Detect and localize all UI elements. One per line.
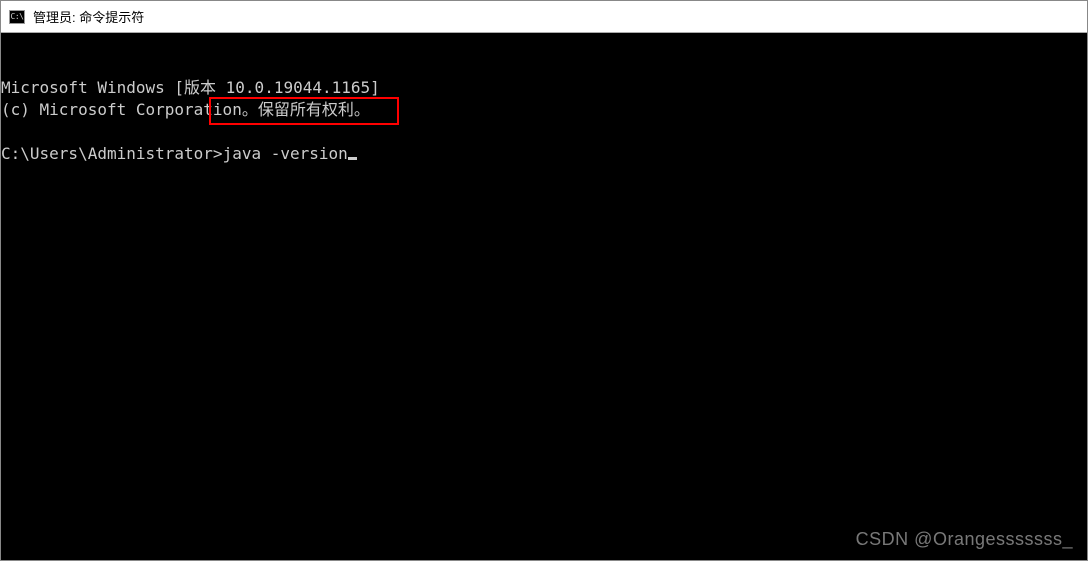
window-title: 管理员: 命令提示符	[33, 7, 144, 26]
titlebar[interactable]: C:\ 管理员: 命令提示符	[1, 1, 1087, 33]
terminal-output-line: (c) Microsoft Corporation。保留所有权利。	[1, 99, 1087, 121]
command-text: java -version	[223, 144, 348, 163]
app-icon: C:\	[9, 10, 25, 24]
terminal-blank-line	[1, 121, 1087, 143]
cmd-window: C:\ 管理员: 命令提示符 Microsoft Windows [版本 10.…	[0, 0, 1088, 561]
watermark-text: CSDN @Orangesssssss_	[856, 528, 1073, 550]
terminal-area[interactable]: Microsoft Windows [版本 10.0.19044.1165](c…	[1, 33, 1087, 560]
terminal-prompt-line: C:\Users\Administrator>java -version	[1, 143, 1087, 165]
prompt-text: C:\Users\Administrator>	[1, 144, 223, 163]
terminal-output-line: Microsoft Windows [版本 10.0.19044.1165]	[1, 77, 1087, 99]
cursor-icon	[348, 157, 357, 160]
